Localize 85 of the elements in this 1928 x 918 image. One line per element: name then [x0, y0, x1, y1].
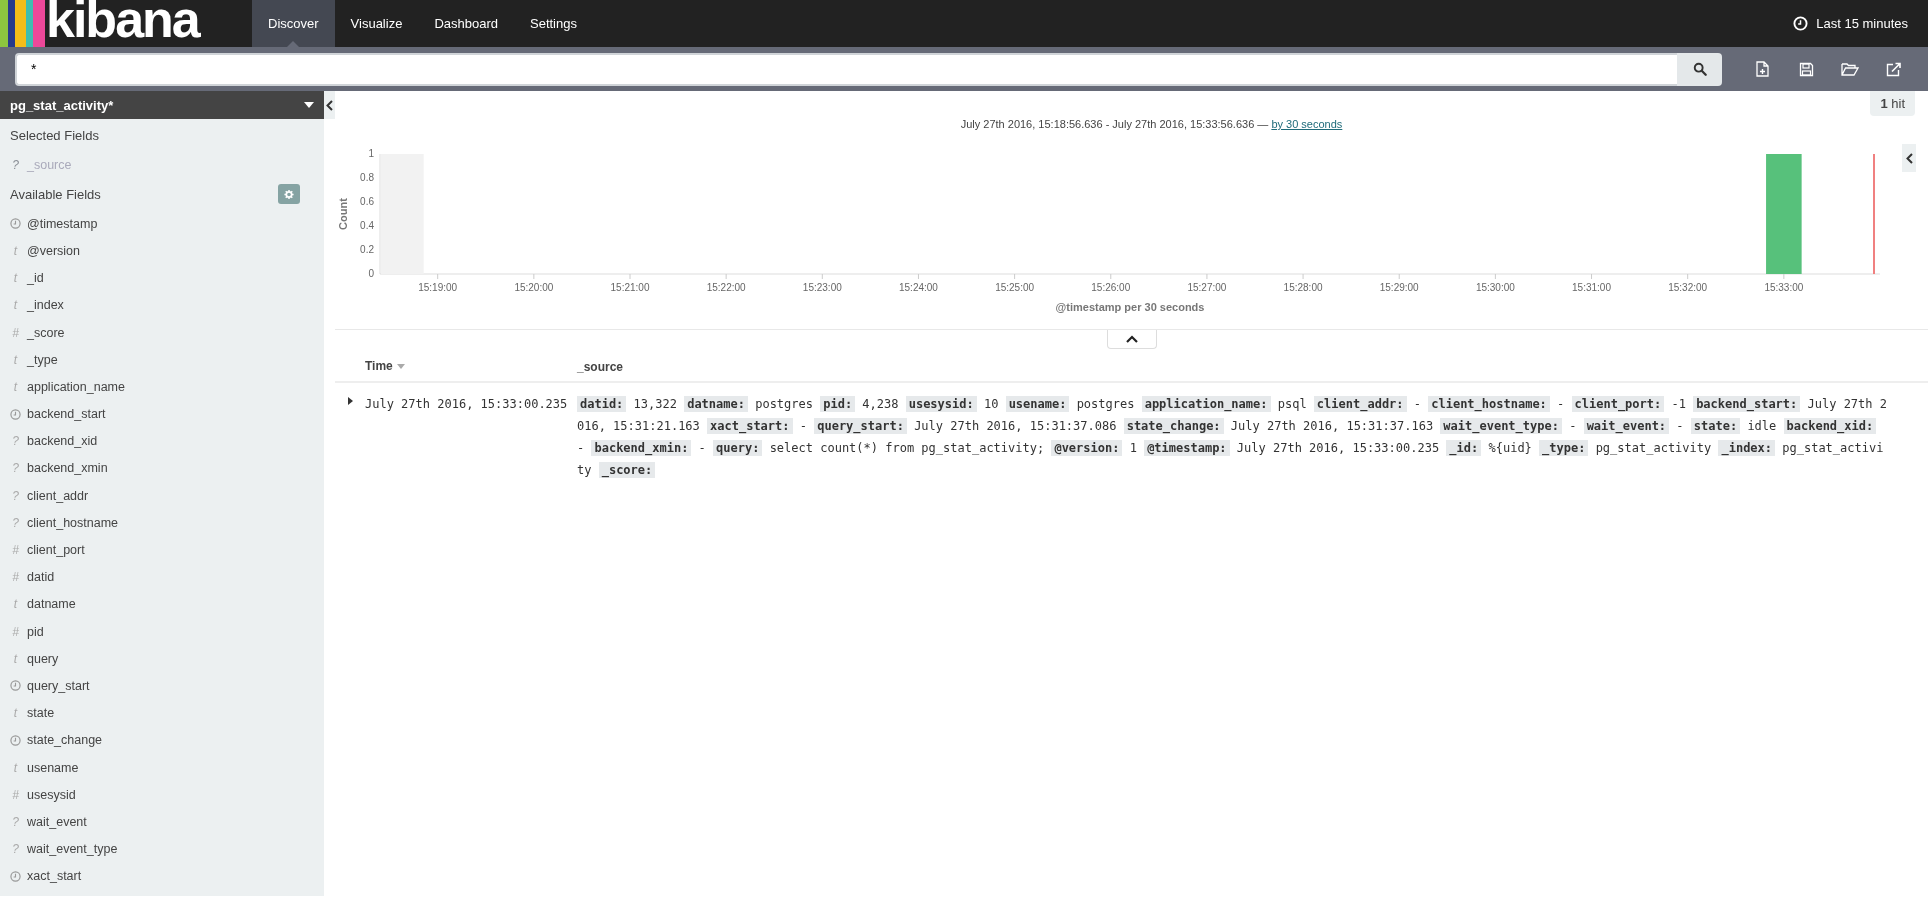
y-axis-label: Count [337, 198, 349, 230]
field-item[interactable]: t state [0, 699, 324, 727]
clock-icon [10, 734, 21, 746]
field-item[interactable]: query_start [0, 672, 324, 700]
settings-button[interactable] [278, 184, 300, 205]
y-tick-label: 0.4 [360, 220, 375, 231]
field-item[interactable]: ? client_addr [0, 482, 324, 510]
y-tick-label: 0.8 [360, 172, 375, 183]
field-item[interactable]: # pid [0, 618, 324, 646]
clock-icon [1793, 16, 1809, 31]
time-cell-text: July 27th 2016, 15:33:00.235 [365, 396, 569, 413]
field-item[interactable]: ? backend_xid [0, 427, 324, 455]
column-header[interactable]: _source [577, 359, 624, 374]
field-item[interactable]: t _type [0, 346, 324, 374]
field-item[interactable]: t datname [0, 590, 324, 618]
field-item[interactable]: state_change [0, 726, 324, 754]
interval-link[interactable]: by 30 seconds [1271, 118, 1343, 130]
section-heading: Selected Fields [9, 127, 100, 145]
field-item[interactable]: ? wait_event [0, 808, 324, 836]
x-tick-label: 15:29:00 [1379, 282, 1420, 293]
x-axis-label: @timestamp per 30 seconds [1055, 301, 1205, 313]
field-item[interactable]: @timestamp [0, 210, 324, 238]
x-tick-label: 15:27:00 [1187, 282, 1227, 293]
field-item[interactable]: t _id [0, 264, 324, 292]
field-item[interactable]: xact_start [0, 862, 324, 890]
time-range-text: July 27th 2016, 15:18:56.636 - July 27th 2016, 15:33:56.636 — [960, 118, 1269, 130]
clock-icon [10, 870, 21, 882]
x-tick-label: 15:33:00 [1764, 282, 1804, 293]
field-item[interactable]: ? wait_event_type [0, 835, 324, 863]
index-pattern-dropdown[interactable]: pg_stat_activity* [0, 91, 324, 119]
y-tick-label: 0.2 [360, 244, 375, 255]
y-tick-label: 0 [368, 268, 375, 279]
nav-tab[interactable]: Settings [514, 0, 593, 47]
settings-icon [284, 188, 294, 200]
field-item[interactable]: t application_name [0, 373, 324, 401]
clock-icon [10, 218, 21, 230]
y-tick-label: 0.6 [360, 196, 375, 207]
field-item[interactable]: t @version [0, 237, 324, 265]
nav-tab[interactable]: Visualize [334, 0, 419, 47]
field-item[interactable]: # datid [0, 563, 324, 591]
field-item[interactable]: t _index [0, 291, 324, 319]
x-tick-label: 15:32:00 [1668, 282, 1708, 293]
search-button[interactable] [1677, 52, 1722, 86]
legend-toggle-button[interactable] [1902, 144, 1916, 172]
caret-right-icon[interactable] [347, 397, 353, 405]
y-tick-label: 1 [368, 148, 375, 159]
field-item[interactable]: backend_start [0, 400, 324, 428]
chevron-left-icon [1905, 152, 1913, 164]
field-item[interactable]: ? backend_xmin [0, 454, 324, 483]
x-tick-label: 15:31:00 [1572, 282, 1612, 293]
y-axis: 0 0.2 0.4 0.6 0.8 1 [360, 148, 381, 279]
field-item[interactable]: # client_port [0, 536, 324, 564]
section-heading: Available Fields [9, 186, 102, 205]
source-cell-text: datid: 13,322 datname: postgres pid: 4,238 usesysid: 10 usename: postgres application_name: psql client_addr: - client_hostname: - client_port: -1 backend_start: July 27th 2016, 15:31:21.163 xact_start: - query_start: July 27th 2016, 15:31:37.086 state_change: July 27th 2016, 15:31:37.163 wait_event_type: - wait_event: - state: idle backend_xid: - backend_xmin: - query: select count(*) from pg_stat_activity; @version: 1 @timestamp: July 27th 2016, 15:33:00.235 _id: %{uid} _type: pg_stat_activity _index: pg_stat_activity _score: [577, 395, 1888, 480]
x-tick-label: 15:19:00 [418, 282, 458, 293]
search-field[interactable]: * [15, 52, 1677, 86]
x-tick-label: 15:30:00 [1475, 282, 1516, 293]
x-tick-label: 15:28:00 [1283, 282, 1323, 293]
field-item[interactable]: # _score [0, 318, 324, 347]
clock-icon [10, 408, 21, 420]
hit-count: 1 hit [1870, 91, 1915, 116]
x-tick-label: 15:20:00 [514, 282, 554, 293]
x-tick-label: 15:26:00 [1091, 282, 1131, 293]
x-tick-label: 15:25:00 [995, 282, 1035, 293]
x-tick-label: 15:22:00 [706, 282, 747, 293]
field-item[interactable]: ? client_hostname [0, 509, 324, 537]
chevron-up-icon [1125, 335, 1138, 343]
nav-tab[interactable]: Discover [252, 0, 335, 47]
nav-tab[interactable]: Dashboard [418, 0, 514, 47]
field-item[interactable]: # usesysid [0, 781, 324, 809]
time-picker[interactable]: Last 15 minutes [1783, 0, 1928, 47]
new-document-icon [1754, 61, 1770, 77]
field-item[interactable]: t query [0, 645, 324, 673]
search-icon [1692, 62, 1707, 76]
x-tick-label: 15:24:00 [898, 282, 939, 293]
chevron-left-icon [326, 99, 333, 111]
folder-icon [1841, 62, 1859, 76]
field-item[interactable]: t usename [0, 753, 324, 782]
collapse-chart-button[interactable] [1106, 330, 1157, 349]
x-tick-label: 15:23:00 [802, 282, 843, 293]
x-tick-label: 15:21:00 [610, 282, 650, 293]
column-header[interactable]: Time [365, 359, 393, 373]
clock-icon [10, 680, 21, 692]
caret-icon [304, 102, 314, 108]
external-link-icon [1886, 61, 1902, 77]
